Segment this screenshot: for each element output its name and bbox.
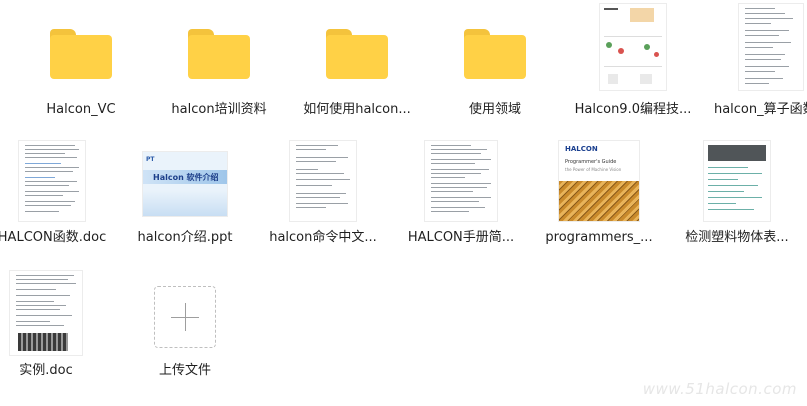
file-name: halcon_算子函数... [713,102,807,117]
doc-thumbnail [0,269,112,361]
guide-brand: HALCON [565,145,598,153]
folder-icon [291,8,423,100]
ppt-logo: PT [146,156,155,163]
file-name: HALCON函数.doc [0,230,107,245]
file-tile[interactable]: 使用领域 [429,8,561,136]
upload-button[interactable] [119,269,251,361]
file-tile[interactable]: halcon_算子函数... [705,4,807,136]
doc-thumbnail [395,136,527,228]
file-tile[interactable]: halcon培训资料 [153,8,285,136]
file-name: 实例.doc [19,363,73,378]
file-name: 检测塑料物体表... [685,230,789,245]
guide-title: Programmer's Guide [565,159,617,165]
file-name: Halcon_VC [46,102,116,117]
doc-thumbnail [671,136,803,228]
folder-icon [429,8,561,100]
file-name: halcon命令中文... [269,230,377,245]
folder-icon [15,8,147,100]
file-tile[interactable]: halcon命令中文... [257,136,389,264]
file-name: programmers_... [545,230,653,245]
file-tile[interactable]: HALCON手册简... [395,136,527,264]
file-tile[interactable]: 如何使用halcon... [291,8,423,136]
file-name: HALCON手册简... [407,230,515,245]
file-name: 如何使用halcon... [303,102,411,117]
file-tile[interactable]: 实例.doc [0,269,112,397]
pdf-thumbnail [567,4,699,100]
file-tile[interactable]: HALCON函数.doc [0,136,118,264]
upload-tile[interactable]: 上传文件 [119,269,251,397]
file-name: halcon培训资料 [171,102,267,117]
file-tile[interactable]: HALCON Programmer's Guide the Power of M… [533,136,665,264]
ppt-thumbnail: PT Halcon 软件介绍 [119,136,251,228]
guide-subtitle: the Power of Machine Vision [565,167,622,172]
doc-thumbnail [0,136,118,228]
file-name: halcon介绍.ppt [137,230,233,245]
upload-label: 上传文件 [158,363,211,378]
watermark: www.51halcon.com [642,380,797,398]
file-tile[interactable]: Halcon9.0编程技... [567,4,699,136]
folder-icon [153,8,285,100]
file-tile[interactable]: PT Halcon 软件介绍 halcon介绍.ppt [119,136,251,264]
file-tile[interactable]: Halcon_VC [15,8,147,136]
doc-thumbnail [257,136,389,228]
doc-thumbnail [705,4,807,100]
file-name: 使用领域 [468,102,521,117]
pdf-thumbnail: HALCON Programmer's Guide the Power of M… [533,136,665,228]
file-name: Halcon9.0编程技... [574,102,692,117]
file-tile[interactable]: 检测塑料物体表... [671,136,803,264]
ppt-title: Halcon 软件介绍 [153,173,219,182]
